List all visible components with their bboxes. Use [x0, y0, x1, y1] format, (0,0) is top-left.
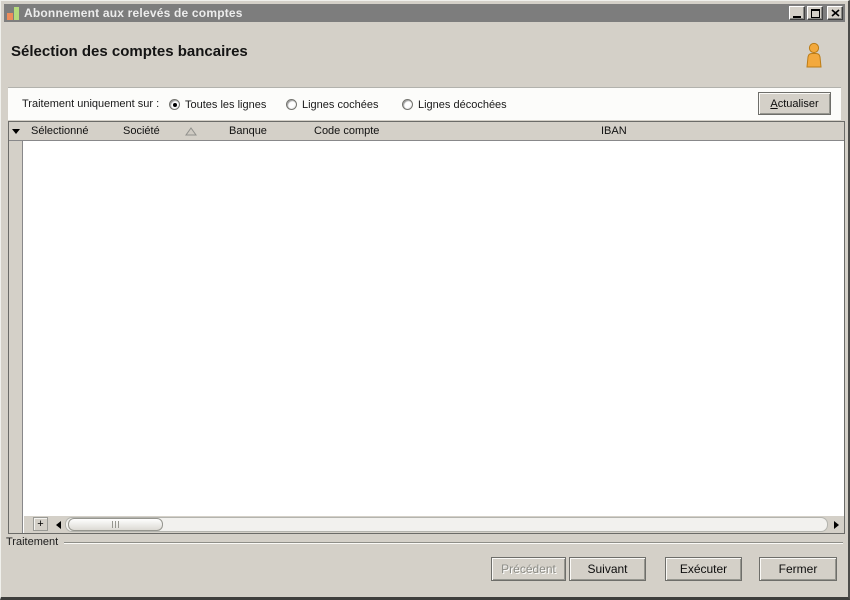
- maximize-icon: [810, 8, 820, 18]
- row-selector-gutter: [9, 122, 23, 533]
- toolbar: Traitement uniquement sur : Toutes les l…: [8, 87, 841, 120]
- grid-body-empty: [24, 141, 844, 516]
- window-title: Abonnement aux relevés de comptes: [24, 6, 243, 20]
- minimize-icon: [793, 15, 801, 18]
- titlebar[interactable]: Abonnement aux relevés de comptes: [4, 4, 845, 22]
- minimize-button[interactable]: [789, 6, 805, 20]
- radio-label: Lignes cochées: [302, 98, 379, 111]
- column-header-selectionne[interactable]: Sélectionné: [31, 122, 89, 140]
- arrow-left-icon: [55, 520, 61, 529]
- column-header-societe[interactable]: Société: [123, 122, 160, 140]
- column-header-banque[interactable]: Banque: [229, 122, 267, 140]
- dialog-window: Abonnement aux relevés de comptes Sélect…: [0, 0, 850, 600]
- bar-chart-icon: [7, 6, 20, 20]
- next-button[interactable]: Suivant: [569, 557, 646, 581]
- horizontal-scrollbar: +: [24, 516, 844, 533]
- add-row-button[interactable]: +: [33, 517, 48, 531]
- refresh-button[interactable]: Actualiser: [758, 92, 831, 115]
- scroll-left-button[interactable]: [52, 518, 64, 531]
- execute-button[interactable]: Exécuter: [665, 557, 742, 581]
- close-dialog-button[interactable]: Fermer: [759, 557, 837, 581]
- filter-label: Traitement uniquement sur :: [22, 98, 160, 110]
- previous-button[interactable]: Précédent: [491, 557, 566, 581]
- grid-header: Sélectionné Société Banque Code compte I…: [9, 122, 844, 141]
- radio-label: Toutes les lignes: [185, 98, 267, 111]
- close-icon: [830, 9, 840, 17]
- chevron-down-icon: [12, 128, 20, 134]
- page-title: Sélection des comptes bancaires: [11, 43, 248, 60]
- scrollbar-thumb[interactable]: [68, 518, 163, 531]
- radio-all-lines[interactable]: Toutes les lignes: [169, 88, 266, 121]
- radio-label: Lignes décochées: [418, 98, 507, 111]
- group-divider: [64, 542, 843, 544]
- close-button[interactable]: [827, 6, 843, 20]
- arrow-right-icon: [833, 520, 839, 529]
- radio-checked-lines[interactable]: Lignes cochées: [286, 88, 378, 121]
- accounts-grid: Sélectionné Société Banque Code compte I…: [8, 121, 845, 534]
- radio-unchecked-lines[interactable]: Lignes décochées: [402, 88, 507, 121]
- person-icon: [806, 42, 822, 68]
- radio-icon: [286, 99, 297, 110]
- scroll-right-button[interactable]: [830, 518, 842, 531]
- radio-icon: [169, 99, 180, 110]
- treatment-group-label: Traitement: [6, 536, 59, 548]
- grid-menu-cell[interactable]: [9, 122, 23, 140]
- radio-icon: [402, 99, 413, 110]
- column-header-code-compte[interactable]: Code compte: [314, 122, 379, 140]
- column-header-iban[interactable]: IBAN: [601, 122, 627, 140]
- sort-asc-icon: [185, 127, 197, 136]
- scrollbar-track[interactable]: [65, 517, 828, 532]
- maximize-button[interactable]: [807, 6, 823, 20]
